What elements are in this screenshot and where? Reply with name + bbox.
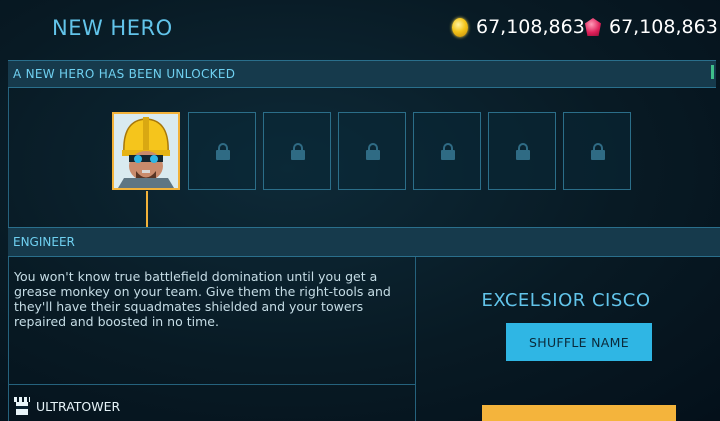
hero-class-label: ENGINEER xyxy=(13,235,75,249)
hero-slot-locked[interactable] xyxy=(188,112,256,190)
hero-name: EXCELSIOR CISCO xyxy=(481,290,651,311)
lock-icon xyxy=(591,143,605,160)
gold-coin-icon xyxy=(452,17,468,37)
gem-balance: 67,108,863 xyxy=(585,16,718,38)
lock-icon xyxy=(366,143,380,160)
hero-description: You won't know true battlefield dominati… xyxy=(14,269,391,329)
hero-class-bar: ENGINEER xyxy=(8,227,720,257)
lock-icon xyxy=(291,143,305,160)
coin-amount: 67,108,863 xyxy=(476,16,585,38)
engineer-portrait xyxy=(114,114,178,188)
lock-icon xyxy=(441,143,455,160)
hero-slot-locked[interactable] xyxy=(563,112,631,190)
gem-amount: 67,108,863 xyxy=(609,16,718,38)
hero-slot-engineer[interactable] xyxy=(112,112,180,190)
lock-icon xyxy=(216,143,230,160)
lower-divider xyxy=(8,384,416,385)
shuffle-name-button[interactable]: SHUFFLE NAME xyxy=(506,323,652,361)
selection-connector xyxy=(146,191,148,227)
tower-icon xyxy=(14,397,30,415)
page-title: NEW HERO xyxy=(52,16,173,40)
lock-icon xyxy=(516,143,530,160)
hero-slot-locked[interactable] xyxy=(263,112,331,190)
confirm-button[interactable] xyxy=(482,405,676,421)
coin-balance: 67,108,863 xyxy=(452,16,585,38)
unlock-banner: A NEW HERO HAS BEEN UNLOCKED xyxy=(8,60,716,88)
side-marker xyxy=(711,65,714,79)
hero-slot-locked[interactable] xyxy=(488,112,556,190)
hero-slot-locked[interactable] xyxy=(338,112,406,190)
ultratower-heading: ULTRATOWER xyxy=(14,397,120,415)
unlock-banner-text: A NEW HERO HAS BEEN UNLOCKED xyxy=(13,67,236,81)
hero-slot-locked[interactable] xyxy=(413,112,481,190)
red-gem-icon xyxy=(585,18,601,36)
ultratower-label: ULTRATOWER xyxy=(36,398,121,414)
top-bar: NEW HERO 67,108,863 67,108,863 xyxy=(0,0,720,60)
center-divider xyxy=(415,257,416,421)
